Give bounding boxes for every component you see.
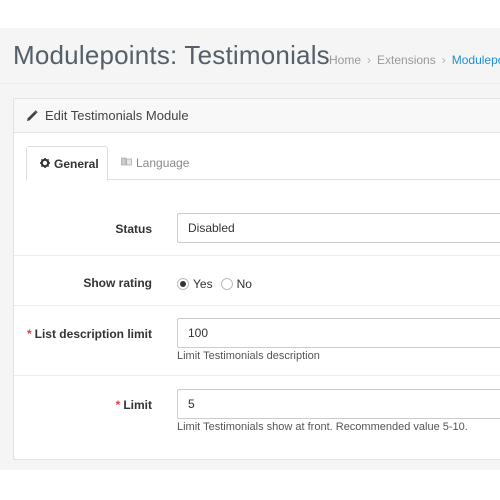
show-rating-yes-radio[interactable]: [177, 278, 189, 290]
show-rating-no-radio[interactable]: [220, 278, 233, 290]
gear-icon: [40, 157, 50, 171]
tab-general-label: General: [54, 156, 99, 171]
panel-heading: Edit Testimonials Module: [14, 99, 500, 133]
required-marker: *: [26, 327, 32, 341]
breadcrumb-separator: ›: [367, 53, 372, 67]
page-title: Modulepoints: Testimonials: [13, 40, 330, 70]
breadcrumb-extensions[interactable]: Extensions: [377, 53, 436, 67]
tab-language[interactable]: Language: [108, 146, 202, 180]
pencil-icon: [27, 109, 38, 121]
list-description-limit-input[interactable]: 100: [177, 318, 500, 348]
show-rating-row: Show rating Yes No: [14, 256, 500, 306]
status-label: Status: [115, 222, 152, 236]
breadcrumb: Home › Extensions › Modulepo: [329, 53, 500, 67]
tab-bar: General Language: [26, 146, 500, 181]
edit-module-panel: Edit Testimonials Module General Languag…: [13, 98, 500, 460]
panel-title: Edit Testimonials Module: [45, 108, 189, 123]
breadcrumb-separator: ›: [441, 53, 446, 67]
show-rating-radio-group: Yes No: [177, 277, 260, 291]
show-rating-no-label[interactable]: No: [237, 277, 252, 291]
status-row: Status Disabled: [14, 199, 500, 256]
required-marker: *: [115, 398, 121, 412]
list-description-limit-label: * List description limit: [14, 327, 152, 341]
page-header: Modulepoints: Testimonials Home › Extensio…: [0, 28, 500, 84]
show-rating-yes-label[interactable]: Yes: [193, 277, 213, 291]
limit-help: Limit Testimonials show at front. Recomm…: [177, 421, 468, 433]
tab-general[interactable]: General: [26, 146, 108, 181]
show-rating-label: Show rating: [83, 276, 152, 290]
flag-icon: [121, 156, 132, 170]
list-description-limit-text: List description limit: [34, 327, 152, 341]
limit-text: Limit: [123, 398, 152, 412]
list-description-limit-row: * List description limit 100 Limit Testim…: [14, 306, 500, 376]
tab-language-label: Language: [136, 156, 190, 170]
breadcrumb-home[interactable]: Home: [329, 53, 361, 67]
limit-label: * Limit: [14, 398, 152, 412]
limit-row: * Limit 5 Limit Testimonials show at fron…: [14, 376, 500, 460]
status-select[interactable]: Disabled: [177, 213, 500, 243]
list-description-limit-help: Limit Testimonials description: [177, 350, 320, 362]
limit-input[interactable]: 5: [177, 389, 500, 419]
breadcrumb-current[interactable]: Modulepo: [452, 53, 500, 67]
